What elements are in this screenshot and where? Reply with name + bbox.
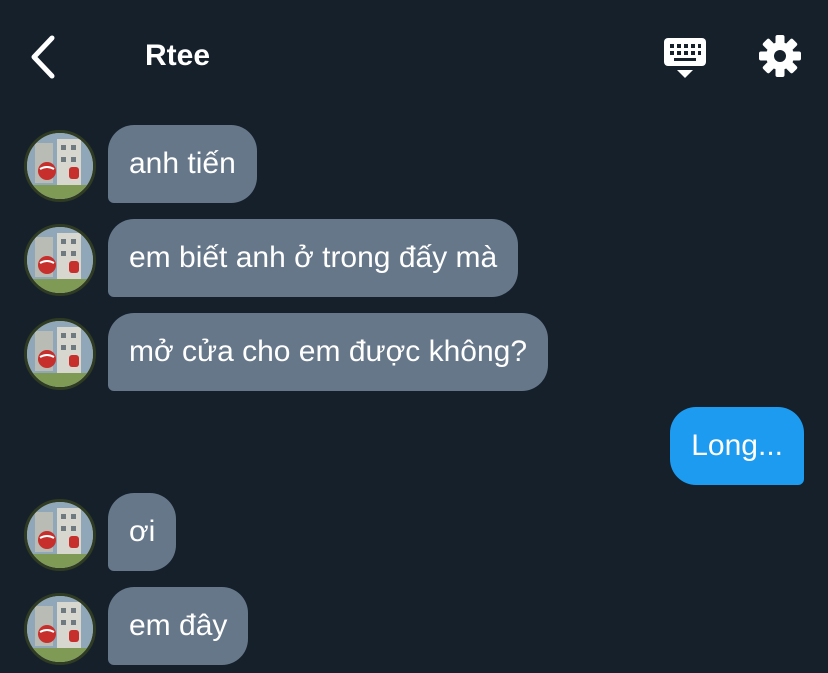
incoming-message-bubble[interactable]: anh tiến [108,125,257,203]
avatar-image [27,321,93,387]
settings-button[interactable] [758,34,802,78]
incoming-message-bubble[interactable]: em đây [108,587,249,665]
avatar[interactable] [24,224,96,296]
chevron-left-icon [31,35,55,79]
message-text: em đây [129,609,228,642]
avatar[interactable] [24,499,96,571]
gear-icon [759,35,801,77]
message-text: anh tiến [129,147,236,180]
incoming-message-bubble[interactable]: mở cửa cho em được không? [108,313,549,391]
keyboard-button[interactable] [662,36,708,80]
avatar[interactable] [24,593,96,665]
message-text: Long... [691,429,783,462]
back-button[interactable] [26,34,66,80]
incoming-message-bubble[interactable]: ơi [108,493,177,571]
message-text: mở cửa cho em được không? [129,335,528,368]
avatar-image [27,227,93,293]
keyboard-icon [664,38,706,78]
avatar[interactable] [24,130,96,202]
outgoing-message-bubble[interactable]: Long... [670,407,804,485]
message-text: ơi [129,515,156,548]
avatar-image [27,596,93,662]
avatar[interactable] [24,318,96,390]
avatar-image [27,133,93,199]
message-text: em biết anh ở trong đấy mà [129,241,498,274]
conversation-title[interactable]: Rtee [145,36,210,76]
chat-header: Rtee [0,0,828,110]
incoming-message-bubble[interactable]: em biết anh ở trong đấy mà [108,219,519,297]
avatar-image [27,502,93,568]
